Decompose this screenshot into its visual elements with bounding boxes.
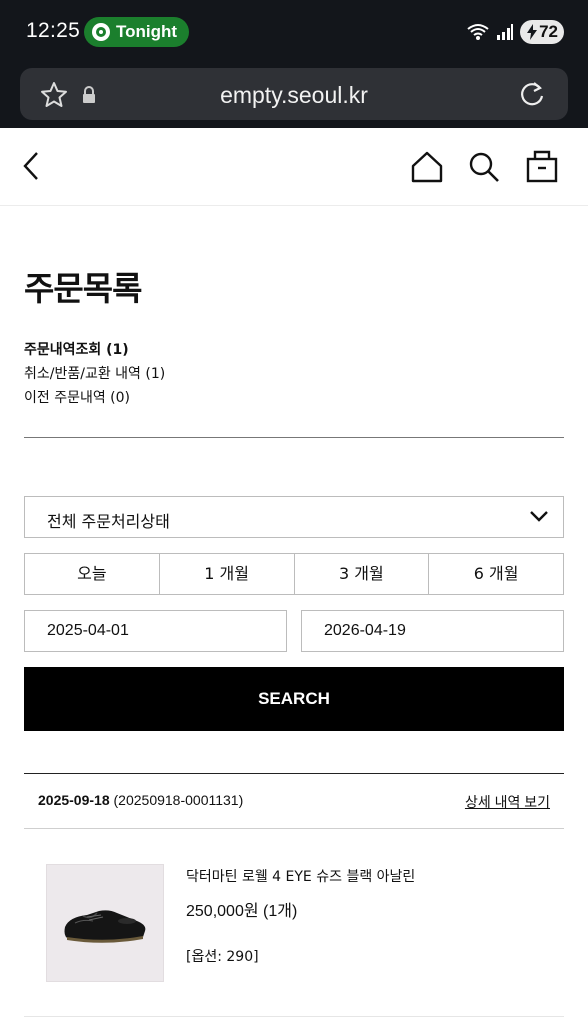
order-menu: 주문내역조회 (1) 취소/반품/교환 내역 (1) 이전 주문내역 (0) <box>24 338 165 410</box>
bag-icon[interactable] <box>524 148 560 184</box>
divider <box>24 773 564 774</box>
period-3m-button[interactable]: 3 개월 <box>293 554 429 594</box>
page-title: 주문목록 <box>24 269 142 308</box>
divider <box>24 828 564 829</box>
status-select-value: 전체 주문처리상태 <box>47 512 170 531</box>
menu-order-history[interactable]: 주문내역조회 (1) <box>24 338 165 362</box>
divider <box>24 1016 564 1017</box>
status-icons: 72 <box>466 20 564 44</box>
clock: 12:25 <box>26 19 81 42</box>
search-button[interactable]: SEARCH <box>24 667 564 731</box>
pill-label: Tonight <box>116 22 178 41</box>
menu-cancel-return[interactable]: 취소/반품/교환 내역 (1) <box>24 362 165 386</box>
product-price: 250,000원 (1개) <box>186 903 298 920</box>
browser-toolbar: empty.seoul.kr <box>0 64 588 128</box>
period-today-button[interactable]: 오늘 <box>25 554 159 594</box>
address-bar[interactable]: empty.seoul.kr <box>20 68 568 120</box>
order-header: 2025-09-18 (20250918-0001131) <box>38 792 243 808</box>
tonight-pill[interactable]: Tonight <box>84 17 190 47</box>
period-1m-button[interactable]: 1 개월 <box>158 554 294 594</box>
menu-past-orders[interactable]: 이전 주문내역 (0) <box>24 386 165 410</box>
divider <box>24 437 564 438</box>
status-bar: 12:25 Tonight 72 <box>0 0 588 64</box>
url-text[interactable]: empty.seoul.kr <box>20 82 568 109</box>
wifi-icon <box>467 24 489 40</box>
status-select[interactable]: 전체 주문처리상태 <box>24 496 564 538</box>
period-6m-button[interactable]: 6 개월 <box>428 554 563 594</box>
site-header <box>0 128 588 206</box>
shoe-image <box>64 910 146 943</box>
date-to-input[interactable]: 2026-04-19 <box>301 610 564 652</box>
battery-icon: 72 <box>520 20 564 44</box>
product-name[interactable]: 닥터마틴 로웰 4 EYE 슈즈 블랙 아날린 <box>186 866 415 886</box>
period-buttons: 오늘 1 개월 3 개월 6 개월 <box>24 553 564 595</box>
order-detail-link[interactable]: 상세 내역 보기 <box>465 792 550 812</box>
product-thumbnail[interactable] <box>46 864 164 982</box>
product-option: [옵션: 290] <box>186 949 259 965</box>
order-date: 2025-09-18 <box>38 792 110 808</box>
search-icon[interactable] <box>467 150 501 184</box>
pill-icon <box>92 23 110 41</box>
order-number: (20250918-0001131) <box>113 792 244 808</box>
signal-icon <box>497 24 513 40</box>
reload-icon[interactable] <box>518 80 546 108</box>
chevron-down-icon <box>530 511 548 522</box>
back-arrow-icon[interactable] <box>20 150 42 182</box>
date-from-input[interactable]: 2025-04-01 <box>24 610 287 652</box>
battery-level: 72 <box>539 22 558 41</box>
home-icon[interactable] <box>410 150 444 184</box>
